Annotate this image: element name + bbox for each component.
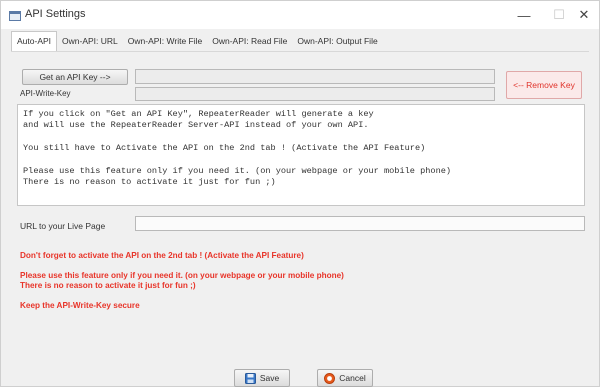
api-write-key-field[interactable] [135,87,495,101]
tab-own-api-read-file[interactable]: Own-API: Read File [207,33,292,51]
keep-key-secure-warning: Keep the API-Write-Key secure [20,301,140,310]
cancel-button-label: Cancel [339,373,366,383]
tab-auto-api[interactable]: Auto-API [11,31,58,53]
live-page-url-input[interactable] [135,216,585,231]
info-line: and will use the RepeaterReader Server-A… [23,120,369,131]
api-settings-window: API Settings — ☐ ✕ Auto-API Own-API: URL… [0,0,600,387]
cancel-button[interactable]: Cancel [317,369,373,387]
info-line: You still have to Activate the API on th… [23,143,426,154]
save-button[interactable]: Save [234,369,290,387]
activate-api-warning: Don't forget to activate the API on the … [20,251,304,260]
live-page-url-label: URL to your Live Page [20,221,106,231]
api-key-field[interactable] [135,69,495,84]
api-write-key-label: API-Write-Key [20,89,71,98]
info-line: Please use this feature only if you need… [23,166,452,177]
info-line: If you click on "Get an API Key", Repeat… [23,109,374,119]
use-only-if-needed-warning: Please use this feature only if you need… [20,271,344,280]
tab-strip: Auto-API Own-API: URL Own-API: Write Fil… [11,31,383,53]
tab-own-api-url[interactable]: Own-API: URL [57,33,123,51]
no-reason-warning: There is no reason to activate it just f… [20,281,196,290]
close-button[interactable]: ✕ [561,1,600,29]
tab-own-api-output-file[interactable]: Own-API: Output File [292,33,382,51]
title-bar: API Settings — ☐ ✕ [1,1,599,29]
save-button-label: Save [259,373,280,383]
remove-key-button[interactable]: <-- Remove Key [506,71,582,99]
tab-own-api-write-file[interactable]: Own-API: Write File [123,33,207,51]
floppy-disk-icon [244,372,256,384]
get-api-key-button[interactable]: Get an API Key --> [22,69,128,85]
info-text-box[interactable]: If you click on "Get an API Key", Repeat… [17,104,585,206]
info-line [23,132,584,143]
app-icon [9,9,21,21]
window-title: API Settings [25,8,86,20]
info-line: There is no reason to activate it just f… [23,177,276,188]
cancel-circle-icon [324,372,336,384]
info-line [23,155,584,166]
